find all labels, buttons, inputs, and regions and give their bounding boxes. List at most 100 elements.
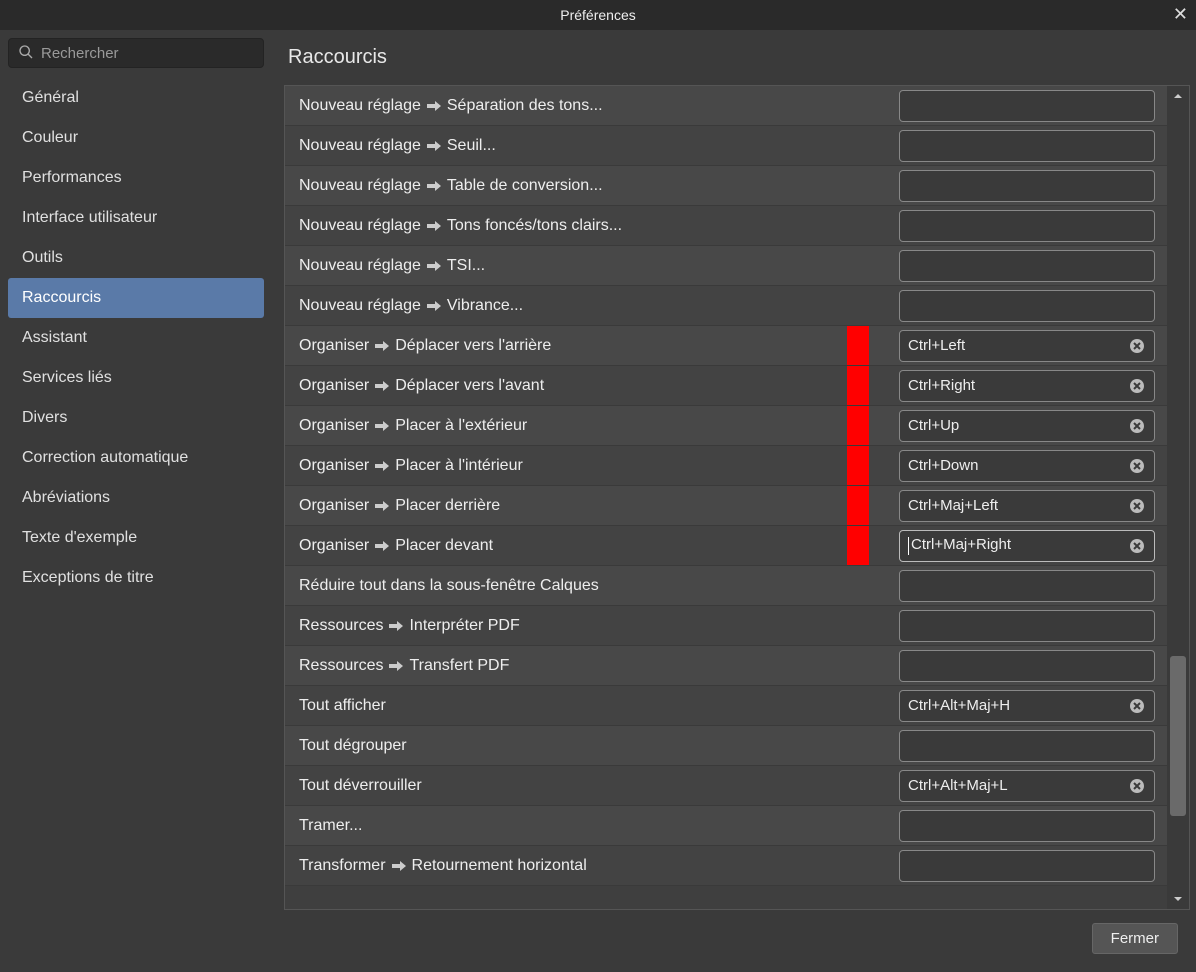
sidebar-item-2[interactable]: Performances [8, 158, 264, 198]
conflict-indicator [847, 406, 869, 445]
shortcut-value: Ctrl+Maj+Right [908, 536, 1128, 554]
shortcut-row: Nouveau réglageTSI... [285, 246, 1167, 286]
shortcut-input[interactable] [899, 570, 1155, 602]
breadcrumb-arrow-icon [427, 260, 441, 272]
shortcut-row: TransformerRetournement horizontal [285, 846, 1167, 886]
sidebar-item-4[interactable]: Outils [8, 238, 264, 278]
search-input[interactable] [8, 38, 264, 68]
shortcut-label: Nouveau réglageTons foncés/tons clairs..… [299, 217, 847, 235]
scroll-thumb[interactable] [1170, 656, 1186, 816]
conflict-indicator [847, 446, 869, 485]
shortcut-row: Réduire tout dans la sous-fenêtre Calque… [285, 566, 1167, 606]
sidebar-item-8[interactable]: Divers [8, 398, 264, 438]
conflict-indicator [847, 486, 869, 525]
breadcrumb-arrow-icon [375, 380, 389, 392]
close-icon[interactable]: ✕ [1173, 4, 1188, 25]
shortcut-input[interactable]: Ctrl+Maj+Left [899, 490, 1155, 522]
conflict-indicator [847, 366, 869, 405]
shortcut-label: Nouveau réglageTable de conversion... [299, 177, 847, 195]
clear-shortcut-icon[interactable] [1128, 417, 1146, 435]
shortcut-label: Nouveau réglageSeuil... [299, 137, 847, 155]
shortcut-label: RessourcesInterpréter PDF [299, 617, 847, 635]
shortcut-input[interactable] [899, 730, 1155, 762]
shortcut-row: OrganiserPlacer devant Ctrl+Maj+Right [285, 526, 1167, 566]
sidebar-item-12[interactable]: Exceptions de titre [8, 558, 264, 598]
shortcut-label: Tramer... [299, 817, 847, 835]
shortcut-label: TransformerRetournement horizontal [299, 857, 847, 875]
shortcut-input[interactable] [899, 850, 1155, 882]
shortcut-label: OrganiserPlacer à l'intérieur [299, 457, 847, 475]
shortcut-input[interactable]: Ctrl+Right [899, 370, 1155, 402]
sidebar-item-1[interactable]: Couleur [8, 118, 264, 158]
shortcut-label: OrganiserDéplacer vers l'avant [299, 377, 847, 395]
shortcut-input[interactable] [899, 810, 1155, 842]
scroll-down-icon[interactable] [1167, 889, 1189, 909]
shortcut-input[interactable] [899, 650, 1155, 682]
clear-shortcut-icon[interactable] [1128, 537, 1146, 555]
shortcut-label: OrganiserDéplacer vers l'arrière [299, 337, 847, 355]
clear-shortcut-icon[interactable] [1128, 377, 1146, 395]
shortcut-row: OrganiserDéplacer vers l'avant Ctrl+Right [285, 366, 1167, 406]
shortcut-value: Ctrl+Maj+Left [908, 497, 1128, 514]
shortcut-value: Ctrl+Left [908, 337, 1128, 354]
breadcrumb-arrow-icon [427, 180, 441, 192]
shortcut-input[interactable] [899, 170, 1155, 202]
shortcut-row: Tramer... [285, 806, 1167, 846]
sidebar-item-3[interactable]: Interface utilisateur [8, 198, 264, 238]
breadcrumb-arrow-icon [427, 220, 441, 232]
sidebar-item-7[interactable]: Services liés [8, 358, 264, 398]
shortcut-input[interactable]: Ctrl+Down [899, 450, 1155, 482]
clear-shortcut-icon[interactable] [1128, 697, 1146, 715]
sidebar-item-0[interactable]: Général [8, 78, 264, 118]
shortcut-row: Nouveau réglageVibrance... [285, 286, 1167, 326]
shortcut-label: Nouveau réglageVibrance... [299, 297, 847, 315]
shortcut-row: RessourcesInterpréter PDF [285, 606, 1167, 646]
shortcut-row: Tout déverrouiller Ctrl+Alt+Maj+L [285, 766, 1167, 806]
footer: Fermer [0, 910, 1196, 966]
breadcrumb-arrow-icon [392, 860, 406, 872]
shortcut-list: Nouveau réglageSéparation des tons... Nou… [284, 85, 1190, 910]
shortcut-input[interactable] [899, 610, 1155, 642]
breadcrumb-arrow-icon [389, 620, 403, 632]
shortcut-input[interactable] [899, 130, 1155, 162]
breadcrumb-arrow-icon [427, 300, 441, 312]
shortcut-value: Ctrl+Up [908, 417, 1128, 434]
shortcut-row: Nouveau réglageSéparation des tons... [285, 86, 1167, 126]
shortcut-label: Tout dégrouper [299, 737, 847, 755]
shortcut-input[interactable]: Ctrl+Alt+Maj+L [899, 770, 1155, 802]
shortcut-value: Ctrl+Alt+Maj+L [908, 777, 1128, 794]
sidebar-item-6[interactable]: Assistant [8, 318, 264, 358]
shortcut-row: Nouveau réglageSeuil... [285, 126, 1167, 166]
clear-shortcut-icon[interactable] [1128, 497, 1146, 515]
shortcut-input[interactable] [899, 90, 1155, 122]
close-button[interactable]: Fermer [1092, 923, 1178, 954]
shortcut-input[interactable] [899, 250, 1155, 282]
scroll-up-icon[interactable] [1167, 86, 1189, 106]
scrollbar[interactable] [1167, 86, 1189, 909]
sidebar-item-9[interactable]: Correction automatique [8, 438, 264, 478]
shortcut-label: Nouveau réglageSéparation des tons... [299, 97, 847, 115]
sidebar-item-5[interactable]: Raccourcis [8, 278, 264, 318]
clear-shortcut-icon[interactable] [1128, 777, 1146, 795]
sidebar-item-11[interactable]: Texte d'exemple [8, 518, 264, 558]
breadcrumb-arrow-icon [427, 100, 441, 112]
breadcrumb-arrow-icon [375, 460, 389, 472]
clear-shortcut-icon[interactable] [1128, 457, 1146, 475]
shortcut-row: Nouveau réglageTons foncés/tons clairs..… [285, 206, 1167, 246]
breadcrumb-arrow-icon [375, 500, 389, 512]
shortcut-input[interactable] [899, 210, 1155, 242]
sidebar: GénéralCouleurPerformancesInterface util… [0, 30, 272, 910]
clear-shortcut-icon[interactable] [1128, 337, 1146, 355]
shortcut-input[interactable]: Ctrl+Maj+Right [899, 530, 1155, 562]
sidebar-item-10[interactable]: Abréviations [8, 478, 264, 518]
shortcut-row: Tout dégrouper [285, 726, 1167, 766]
shortcut-value: Ctrl+Right [908, 377, 1128, 394]
shortcut-input[interactable]: Ctrl+Left [899, 330, 1155, 362]
shortcut-input[interactable]: Ctrl+Alt+Maj+H [899, 690, 1155, 722]
shortcut-label: Tout afficher [299, 697, 847, 715]
shortcut-label: Tout déverrouiller [299, 777, 847, 795]
shortcut-input[interactable]: Ctrl+Up [899, 410, 1155, 442]
shortcut-label: OrganiserPlacer devant [299, 537, 847, 555]
shortcut-input[interactable] [899, 290, 1155, 322]
conflict-indicator [847, 326, 869, 365]
